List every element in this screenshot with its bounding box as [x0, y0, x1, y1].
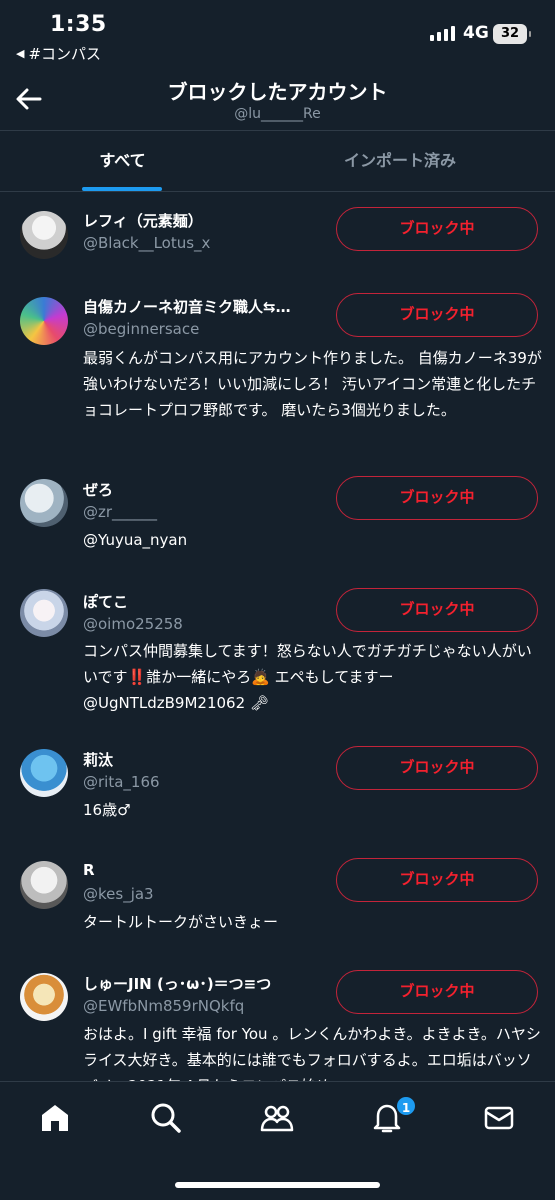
account-name: R [83, 861, 95, 879]
list-item[interactable]: 莉汰 @rita_166 ブロック中 16歳♂ [0, 725, 555, 837]
blocked-button[interactable]: ブロック中 [336, 293, 538, 337]
back-triangle-icon: ◀ [16, 47, 25, 60]
search-icon[interactable] [148, 1100, 184, 1136]
avatar[interactable] [20, 589, 68, 637]
tab-all[interactable]: すべて [40, 131, 205, 193]
account-handle: @EWfbNm859rNQkfq [83, 997, 245, 1015]
account-bio: おはよ。I gift 幸福 for You 。レンくんかわよき。よきよき。ハヤシ… [83, 1025, 541, 1081]
list-item[interactable]: ぽてこ @oimo25258 ブロック中 コンパス仲間募集してます！怒らない人で… [0, 569, 555, 725]
messages-icon[interactable] [481, 1100, 517, 1136]
list-item[interactable]: しゅーJIN (っ･ω･)＝つ≡つ @EWfbNm859rNQkfq ブロック中… [0, 949, 555, 1081]
account-name: 莉汰 [83, 751, 114, 769]
account-handle: @rita_166 [83, 773, 160, 791]
avatar[interactable] [20, 297, 68, 345]
account-handle: @Black__Lotus_x [83, 234, 211, 252]
account-name: 自傷カノーネ初音ミク職人⇆… [83, 298, 291, 316]
page-header: ブロックしたアカウント @lu______Re [0, 68, 555, 130]
blocked-button[interactable]: ブロック中 [336, 588, 538, 632]
tab-bar: すべて インポート済み [0, 130, 555, 192]
account-name: レフィ（元素麺） [83, 212, 203, 230]
account-handle: @kes_ja3 [83, 885, 154, 903]
blocked-button[interactable]: ブロック中 [336, 476, 538, 520]
account-handle: @beginnersace [83, 320, 200, 338]
avatar[interactable] [20, 211, 68, 259]
notification-badge: 1 [395, 1095, 417, 1117]
account-name: しゅーJIN (っ･ω･)＝つ≡つ [83, 975, 272, 993]
blocked-button[interactable]: ブロック中 [336, 858, 538, 902]
avatar[interactable] [20, 973, 68, 1021]
list-item[interactable]: 自傷カノーネ初音ミク職人⇆… @beginnersace ブロック中 最弱くんが… [0, 279, 555, 455]
account-bio: 16歳♂ [83, 801, 131, 819]
tab-imported[interactable]: インポート済み [300, 131, 500, 193]
list-item[interactable]: ぜろ @zr______ ブロック中 @Yuyua_nyan [0, 455, 555, 569]
page-title: ブロックしたアカウント [167, 80, 388, 104]
home-icon[interactable] [37, 1100, 73, 1136]
status-bar: 1:35 ◀ #コンパス 4G 32 [0, 0, 555, 68]
account-bio: @Yuyua_nyan [83, 531, 188, 549]
account-handle: @zr______ [83, 503, 158, 521]
battery-icon: 32 [493, 24, 531, 44]
account-name: ぽてこ [83, 593, 129, 611]
blocked-button[interactable]: ブロック中 [336, 207, 538, 251]
avatar[interactable] [20, 479, 68, 527]
back-app-label: #コンパス [28, 45, 102, 63]
back-to-app-link[interactable]: ◀ #コンパス [16, 43, 101, 64]
communities-icon[interactable] [259, 1100, 295, 1136]
home-indicator[interactable] [175, 1182, 380, 1188]
active-tab-indicator [82, 187, 162, 191]
account-handle: @oimo25258 [83, 615, 183, 633]
account-name: ぜろ [83, 481, 114, 499]
network-type: 4G [463, 23, 489, 43]
list-item[interactable]: レフィ（元素麺） @Black__Lotus_x ブロック中 [0, 193, 555, 279]
signal-icon [430, 26, 455, 41]
blocked-accounts-list: レフィ（元素麺） @Black__Lotus_x ブロック中 自傷カノーネ初音ミ… [0, 193, 555, 1081]
status-time: 1:35 [50, 12, 107, 37]
account-bio: タートルトークがさいきょー [83, 913, 279, 931]
blocked-button[interactable]: ブロック中 [336, 746, 538, 790]
avatar[interactable] [20, 861, 68, 909]
list-item[interactable]: R @kes_ja3 ブロック中 タートルトークがさいきょー [0, 837, 555, 949]
account-bio: コンパス仲間募集してます！怒らない人でガチガチじゃない人がいいです‼️誰か一緒に… [83, 642, 532, 712]
blocked-button[interactable]: ブロック中 [336, 970, 538, 1014]
page-subtitle: @lu______Re [234, 106, 321, 122]
avatar[interactable] [20, 749, 68, 797]
account-bio: 最弱くんがコンパス用にアカウント作りました。 自傷カノーネ39が強いわけないだろ… [83, 349, 542, 419]
